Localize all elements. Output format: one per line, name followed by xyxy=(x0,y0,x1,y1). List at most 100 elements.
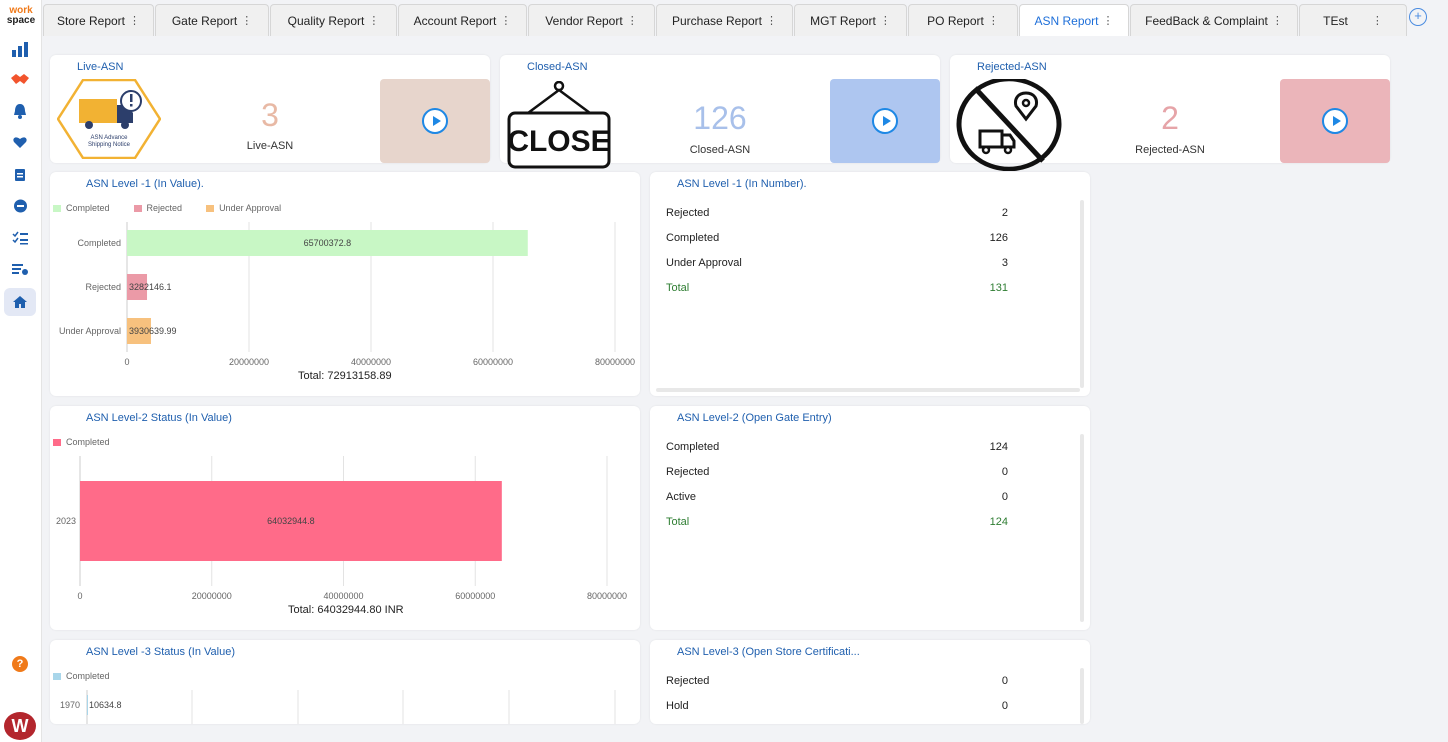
tab-purchase-report[interactable]: Purchase Report ⋮ xyxy=(656,4,793,36)
table-row: Hold 0 xyxy=(666,700,1026,712)
row-label: Completed xyxy=(666,441,720,453)
tab-menu-icon[interactable]: ⋮ xyxy=(1372,14,1383,27)
bar-chart-icon[interactable] xyxy=(9,38,31,60)
x-tick-label: 60000000 xyxy=(473,357,513,367)
no-delivery-icon xyxy=(956,79,1062,171)
logo-line2: space xyxy=(6,15,36,26)
table-title: ASN Level-3 (Open Store Certificati... xyxy=(677,646,860,658)
tab-po-report[interactable]: PO Report ⋮ xyxy=(908,4,1018,36)
category-label: Rejected xyxy=(85,282,121,292)
tab-label: TEst xyxy=(1323,13,1348,28)
bar-chart-level3: 1970 10634.8 xyxy=(60,690,616,724)
row-label: Rejected xyxy=(666,466,710,478)
vertical-scrollbar[interactable] xyxy=(1080,434,1084,622)
table-row: Rejected 0 xyxy=(666,466,1026,478)
table-title: ASN Level -1 (In Number). xyxy=(677,178,807,190)
table-card-level2-gate: ASN Level-2 (Open Gate Entry) Completed 1… xyxy=(650,406,1090,630)
clipboard-icon[interactable] xyxy=(9,163,31,185)
table-row: Active 0 xyxy=(666,491,1026,503)
asn-truck-icon: ASN Advance Shipping Notice xyxy=(57,79,161,159)
row-label: Rejected xyxy=(666,207,710,219)
tab-label: Vendor Report xyxy=(545,13,623,28)
play-button[interactable] xyxy=(872,108,898,134)
bell-icon[interactable] xyxy=(9,100,31,122)
table-card-level3-store: ASN Level-3 (Open Store Certificati... R… xyxy=(650,640,1090,724)
category-label: Completed xyxy=(77,238,121,248)
row-value: 3 xyxy=(1001,257,1008,269)
x-tick-label: 0 xyxy=(77,591,82,601)
tab-feedback-complaint[interactable]: FeedBack & Complaint ⋮ xyxy=(1130,4,1298,36)
tab-menu-icon[interactable]: ⋮ xyxy=(500,14,511,27)
table-row: Under Approval 3 xyxy=(666,257,1026,269)
home-icon[interactable] xyxy=(9,291,31,313)
row-label: Active xyxy=(666,491,696,503)
tab-label: Gate Report xyxy=(171,13,238,28)
x-tick-label: 0 xyxy=(124,357,129,367)
add-tab-icon[interactable]: + xyxy=(1409,8,1427,26)
tab-gate-report[interactable]: Gate Report ⋮ xyxy=(155,4,269,36)
handshake-icon[interactable] xyxy=(9,68,31,90)
vertical-scrollbar[interactable] xyxy=(1080,668,1084,724)
data-label: 65700372.8 xyxy=(304,238,352,248)
workspace-logo[interactable]: work space xyxy=(5,6,37,30)
tab-quality-report[interactable]: Quality Report ⋮ xyxy=(270,4,397,36)
x-tick-label: 20000000 xyxy=(192,591,232,601)
table-row-total: Total 131 xyxy=(666,282,1026,294)
kpi-box xyxy=(380,79,490,163)
close-sign-text: CLOSE xyxy=(507,125,610,158)
tab-menu-icon[interactable]: ⋮ xyxy=(129,14,140,27)
tab-menu-icon[interactable]: ⋮ xyxy=(627,14,638,27)
bar-chart-level1: 0 20000000 40000000 60000000 80000000 Complet… xyxy=(59,222,635,367)
tab-store-report[interactable]: Store Report ⋮ xyxy=(43,4,154,36)
row-value: 124 xyxy=(989,441,1008,453)
tab-mgt-report[interactable]: MGT Report ⋮ xyxy=(794,4,907,36)
tab-account-report[interactable]: Account Report ⋮ xyxy=(398,4,527,36)
avatar[interactable]: W xyxy=(4,712,36,740)
tab-menu-icon[interactable]: ⋮ xyxy=(988,14,999,27)
tab-label: Store Report xyxy=(56,13,126,28)
tab-label: PO Report xyxy=(927,13,984,28)
row-value: 0 xyxy=(1001,675,1008,687)
vertical-scrollbar[interactable] xyxy=(1080,200,1084,388)
bulk-edit-icon[interactable] xyxy=(9,258,31,280)
chat-icon[interactable] xyxy=(9,195,31,217)
tab-menu-icon[interactable]: ⋮ xyxy=(241,14,252,27)
tab-menu-icon[interactable]: ⋮ xyxy=(766,14,777,27)
close-sign-icon: CLOSE xyxy=(507,81,611,169)
table-row-total: Total 124 xyxy=(666,516,1026,528)
tab-menu-icon[interactable]: ⋮ xyxy=(1103,14,1114,27)
horizontal-scrollbar[interactable] xyxy=(656,388,1080,392)
heart-icon[interactable] xyxy=(9,131,31,153)
play-button[interactable] xyxy=(1322,108,1348,134)
tab-label: MGT Report xyxy=(810,13,876,28)
x-tick-label: 40000000 xyxy=(351,357,391,367)
category-label: Under Approval xyxy=(59,326,121,336)
tab-test[interactable]: TEst ⋮ xyxy=(1299,4,1407,36)
badge-line1: ASN Advance xyxy=(90,135,128,141)
tab-vendor-report[interactable]: Vendor Report ⋮ xyxy=(528,4,655,36)
data-label: 10634.8 xyxy=(89,700,122,710)
help-icon[interactable]: ? xyxy=(12,656,28,672)
report-tabs: Store Report ⋮ Gate Report ⋮ Quality Repor… xyxy=(43,2,1448,36)
checklist-icon[interactable] xyxy=(9,227,31,249)
row-value: 0 xyxy=(1001,700,1008,712)
tab-menu-icon[interactable]: ⋮ xyxy=(368,14,379,27)
tab-menu-icon[interactable]: ⋮ xyxy=(1272,14,1283,27)
chart-card-level1-value: ASN Level -1 (In Value). Completed Rejec… xyxy=(50,172,640,396)
play-button[interactable] xyxy=(422,108,448,134)
chart-card-level2-value: ASN Level-2 Status (In Value) Completed … xyxy=(50,406,640,630)
kpi-value: 2 xyxy=(1161,100,1179,136)
kpi-card-closed-asn: Closed-ASN CLOSE 126 Closed-ASN xyxy=(500,55,940,169)
bar-chart-level2: 0 20000000 40000000 60000000 80000000 2023 640… xyxy=(56,456,627,601)
row-label: Rejected xyxy=(666,675,710,687)
tab-label: Quality Report xyxy=(287,13,365,28)
kpi-card-rejected-asn: Rejected-ASN 2 Rejected-ASN xyxy=(950,55,1390,171)
chart-total: Total: 64032944.80 INR xyxy=(288,604,404,616)
kpi-label: Live-ASN xyxy=(246,140,294,152)
table-row: Rejected 0 xyxy=(666,675,1026,687)
data-label: 3930639.99 xyxy=(129,326,177,336)
tab-menu-icon[interactable]: ⋮ xyxy=(880,14,891,27)
table-row: Completed 126 xyxy=(666,232,1026,244)
tab-asn-report[interactable]: ASN Report ⋮ xyxy=(1019,4,1129,36)
x-tick-label: 80000000 xyxy=(587,591,627,601)
